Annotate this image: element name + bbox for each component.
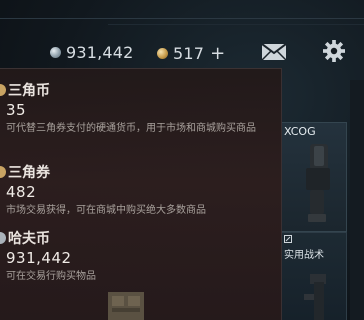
currency-bar: 931,442 517 + xyxy=(0,38,364,66)
sanjiaoquan-coin-icon xyxy=(0,166,6,178)
coupon-currency[interactable]: 517 + xyxy=(157,43,225,64)
hafu-amount: 931,442 xyxy=(66,43,134,62)
mail-icon[interactable] xyxy=(262,44,286,60)
entry-value: 35 xyxy=(6,101,27,119)
entry-name: 哈夫币 xyxy=(8,231,50,247)
add-currency-button[interactable]: + xyxy=(210,43,225,64)
hafu-currency[interactable]: 931,442 xyxy=(50,43,134,62)
entry-name: 三角券 xyxy=(8,165,50,181)
scope-item-image xyxy=(306,144,330,222)
hafu-coin-icon xyxy=(50,47,61,58)
entry-description: 可在交易行购买物品 xyxy=(6,271,96,282)
entry-description: 可代替三角券支付的硬通货币，用于市场和商城购买商品 xyxy=(6,123,256,134)
game-screen: 931,442 517 + XCOG 实用战术 三角币 35 可代替三角券支付的… xyxy=(0,0,364,320)
tooltip-entry-sanjiaoquan: 三角券 482 市场交易获得，可在商城中购买绝大多数商品 xyxy=(0,163,276,219)
gear-icon[interactable] xyxy=(323,40,345,62)
currency-tooltip: 三角币 35 可代替三角券支付的硬通货币，用于市场和商城购买商品 三角券 482… xyxy=(0,68,282,320)
tactical-item-image xyxy=(304,274,326,320)
entry-description: 市场交易获得，可在商城中购买绝大多数商品 xyxy=(6,205,206,216)
entry-value: 931,442 xyxy=(6,249,72,267)
hafubi-coin-icon xyxy=(0,232,6,244)
item-card-tactical-label: 实用战术 xyxy=(284,250,324,261)
coupon-amount: 517 xyxy=(173,44,205,63)
entry-name: 三角币 xyxy=(8,83,50,99)
right-scroll-strip xyxy=(350,80,364,320)
item-card-xcog-label: XCOG xyxy=(284,125,316,138)
tooltip-entry-sanjiaobi: 三角币 35 可代替三角券支付的硬通货币，用于市场和商城购买商品 xyxy=(0,81,276,137)
attachment-icon xyxy=(284,235,292,243)
sanjiaobi-coin-icon xyxy=(0,84,6,96)
tooltip-entry-hafubi: 哈夫币 931,442 可在交易行购买物品 xyxy=(0,229,276,285)
entry-value: 482 xyxy=(6,183,37,201)
top-divider-secondary xyxy=(108,24,364,25)
top-divider xyxy=(0,18,364,19)
coupon-coin-icon xyxy=(157,48,168,59)
vest-item-image xyxy=(108,292,144,320)
